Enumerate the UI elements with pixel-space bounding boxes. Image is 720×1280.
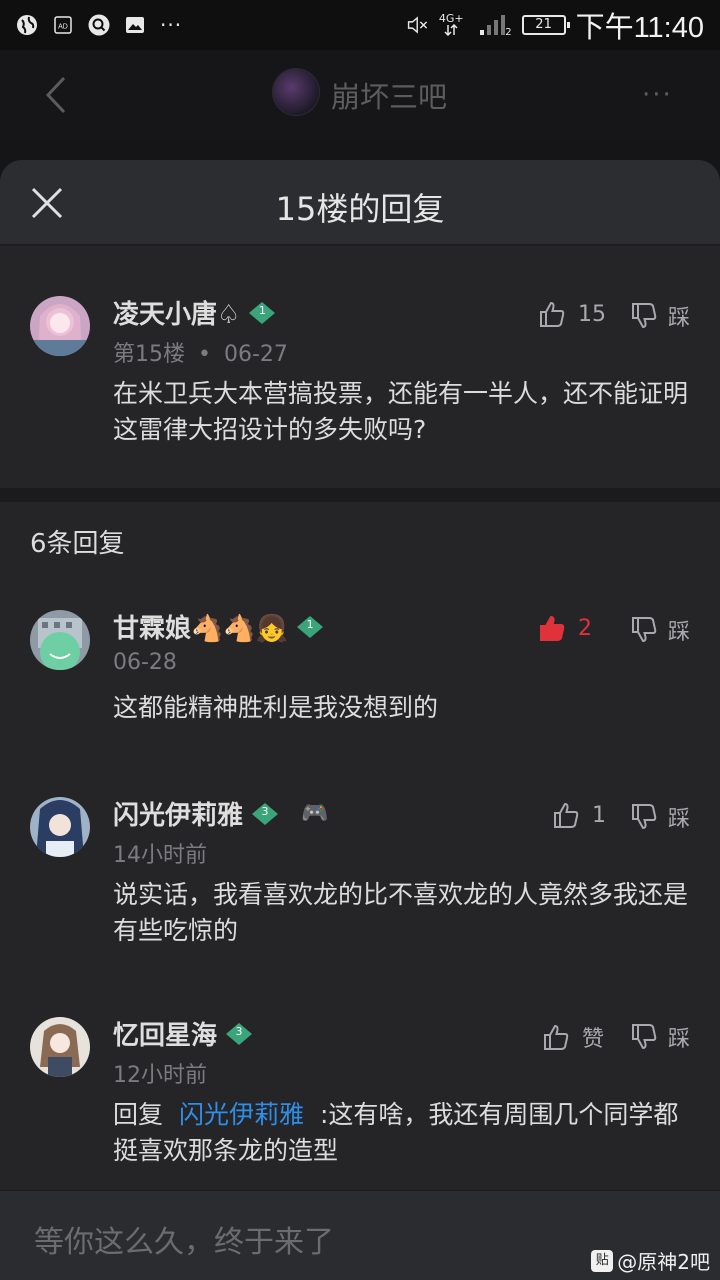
reply-content: 说实话，我看喜欢龙的比不喜欢龙的人竟然多我还是有些吃惊的 [113,880,689,945]
reply-time: 12小时前 [113,1063,207,1088]
dislike-button[interactable]: 踩 [630,1021,690,1053]
like-label: 赞 [582,1027,605,1052]
like-button[interactable]: 2 [538,614,592,642]
author-name[interactable]: 闪光伊莉雅 3 🎮 [113,795,328,832]
thumbs-up-icon [544,1024,569,1050]
mute-icon [407,14,429,36]
sheet-header: 15楼的回复 [0,160,720,246]
like-button[interactable]: 15 [538,300,606,328]
sim-slot: 2 [505,27,512,38]
ad-icon: AD [52,14,74,36]
reply-time: 06-28 [113,650,177,675]
top-nav: 崩坏三吧 ··· [0,50,720,140]
thumbs-up-icon [540,615,565,641]
thumbs-down-icon [632,617,657,643]
dislike-label: 踩 [668,306,691,331]
more-icon[interactable]: ··· [642,80,682,110]
post-date: 06-27 [223,342,288,367]
post-content: 在米卫兵大本营搞投票，还能有一半人，还不能证明这雷律大招设计的多失败吗? [113,379,689,444]
author-name[interactable]: 忆回星海 3 [113,1015,253,1052]
thumbs-up-icon [554,802,579,828]
globe-icon [16,14,38,36]
battery-indicator: 21 [521,15,570,35]
like-count: 15 [578,301,606,327]
svg-text:AD: AD [58,24,68,31]
author-name[interactable]: 甘霖娘🐴🐴👧 1 [113,608,324,645]
tieba-logo-icon: 贴 [591,1249,614,1272]
status-bar: AD ··· 4G+ 2 21 下午11:40 [0,0,720,50]
dislike-button[interactable]: 踩 [630,300,690,332]
author-name-text: 闪光伊莉雅 [113,801,244,831]
reply-time: 14小时前 [113,843,207,868]
thumbs-down-icon [632,804,657,830]
back-arrow-icon[interactable] [36,72,76,118]
notification-overflow: ··· [160,13,183,37]
mention-link[interactable]: 闪光伊莉雅 [179,1100,304,1129]
reply-count: 6条回复 [30,529,125,559]
like-button[interactable]: 赞 [542,1021,604,1053]
dislike-label: 踩 [668,620,691,645]
post-meta: 第15楼 • 06-27 [113,336,288,368]
dislike-label: 踩 [668,1027,691,1052]
like-button[interactable]: 1 [552,801,606,829]
sheet-title: 15楼的回复 [275,190,445,228]
thumbs-down-icon [632,1024,657,1050]
reply-sheet: 15楼的回复 凌天小唐♤ 1 第15楼 • 06-27 15 踩 在米卫兵大本营… [0,160,720,1280]
level-badge: 1 [248,301,276,325]
thumbs-down-icon [632,303,657,329]
like-count: 1 [592,802,606,828]
game-badge-icon: 🎮 [301,801,329,826]
network-indicator: 4G+ [439,13,464,38]
author-name-text: 甘霖娘🐴🐴👧 [113,614,289,644]
clock: 下午11:40 [575,12,704,44]
level-badge: 1 [296,615,324,639]
signal-icon: 2 [474,14,512,38]
section-divider [0,488,720,502]
watermark-text: @原神2吧 [617,1250,710,1274]
author-name-text: 凌天小唐♤ [113,300,241,330]
reply-content: 这都能精神胜利是我没想到的 [113,693,439,722]
forum-avatar[interactable] [272,68,320,116]
level-number: 3 [235,1024,243,1038]
dislike-label: 踩 [668,807,691,832]
avatar[interactable] [30,797,90,857]
like-count: 2 [578,615,592,641]
reply-input[interactable]: 等你这么久，终于来了 [34,1217,334,1261]
dislike-button[interactable]: 踩 [630,801,690,833]
dislike-button[interactable]: 踩 [630,614,690,646]
meta-separator: • [198,342,211,367]
reply-content: 回复 闪光伊莉雅 :这有啥，我还有周围几个同学都挺喜欢那条龙的造型 [113,1097,693,1169]
reply-prefix: 回复 [113,1100,164,1129]
floor-number: 第15楼 [113,342,185,367]
watermark: 贴 @原神2吧 [591,1246,710,1275]
level-number: 1 [258,303,266,317]
level-badge: 3 [225,1022,253,1046]
avatar[interactable] [30,610,90,670]
avatar[interactable] [30,1017,90,1077]
level-number: 1 [306,617,314,631]
data-arrows-icon [444,23,458,36]
author-name[interactable]: 凌天小唐♤ 1 [113,294,276,331]
author-name-text: 忆回星海 [113,1021,218,1051]
avatar[interactable] [30,296,90,356]
image-icon [124,14,146,36]
level-badge: 3 [251,802,279,826]
level-number: 3 [261,804,269,818]
thumbs-up-icon [540,301,565,327]
forum-title[interactable]: 崩坏三吧 [331,74,447,116]
search-icon [88,14,110,36]
